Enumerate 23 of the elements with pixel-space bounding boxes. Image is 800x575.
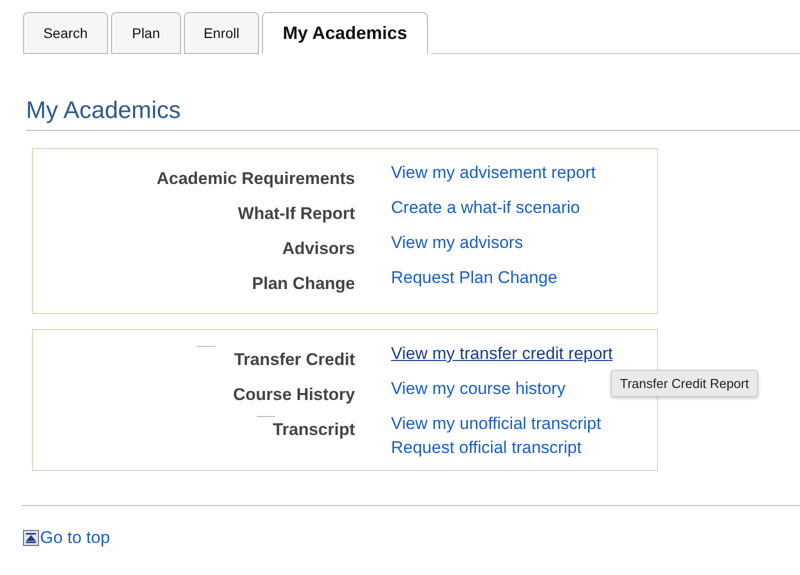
link[interactable]: Request official transcript: [391, 438, 602, 458]
link[interactable]: View my course history: [391, 379, 566, 399]
row-label: Advisors: [282, 239, 355, 259]
row-label: What-If Report: [238, 204, 355, 224]
go-to-top-link[interactable]: Go to top: [40, 528, 110, 548]
tab[interactable]: Plan: [111, 12, 181, 54]
link[interactable]: Request Plan Change: [391, 268, 558, 288]
row-label: Transcript: [272, 420, 355, 440]
link[interactable]: View my unofficial transcript: [391, 414, 602, 434]
tab[interactable]: Search: [23, 12, 108, 54]
page-heading: My Academics: [26, 96, 800, 131]
row-label: Course History: [233, 385, 355, 405]
row-label: Transfer Credit: [234, 350, 355, 370]
tab[interactable]: My Academics: [262, 12, 428, 54]
link[interactable]: Create a what-if scenario: [391, 198, 580, 218]
link[interactable]: View my advisors: [391, 233, 523, 253]
link[interactable]: View my transfer credit report: [391, 344, 613, 363]
go-to-top-icon[interactable]: [23, 530, 39, 546]
row-label: Academic Requirements: [156, 169, 355, 189]
row-label: Plan Change: [252, 274, 355, 294]
tooltip: Transfer Credit Report: [611, 370, 758, 397]
tab[interactable]: Enroll: [184, 12, 259, 54]
link[interactable]: View my advisement report: [391, 163, 596, 183]
